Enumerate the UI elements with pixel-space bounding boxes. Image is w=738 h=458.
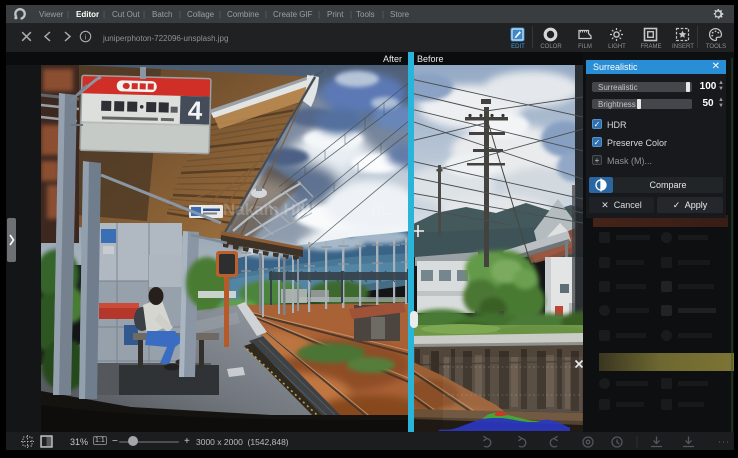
svg-text:Nakam HilL: Nakam HilL	[223, 200, 316, 219]
svg-text:i: i	[85, 32, 87, 41]
svg-text:ilL: ilL	[371, 200, 391, 219]
svg-text:4: 4	[188, 95, 204, 125]
